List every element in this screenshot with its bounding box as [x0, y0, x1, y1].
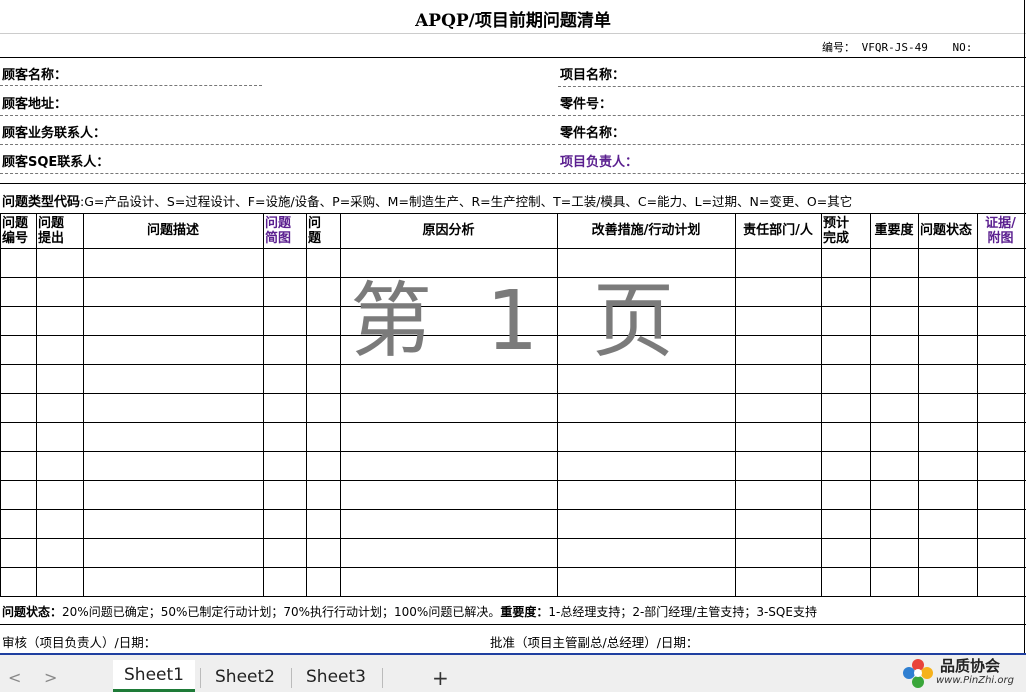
code-value: VFQR-JS-49 [861, 41, 928, 54]
table-column-line [340, 213, 341, 596]
right-border [1024, 0, 1025, 653]
table-column-line [821, 213, 822, 596]
column-header: 问 题 [308, 215, 322, 246]
document-code: 编号： VFQR-JS-49 NO: [822, 39, 972, 55]
table-row-line [0, 248, 1026, 249]
field-customer-name: 顾客名称： [2, 68, 68, 83]
field-customer-address: 顾客地址： [2, 97, 68, 112]
table-row-line [0, 567, 1026, 568]
tab-sheet2[interactable]: Sheet2 [205, 662, 285, 692]
no-label: NO: [952, 41, 973, 54]
issue-types-label: 问题类型代码 [2, 195, 81, 210]
field-part-name: 零件名称： [560, 126, 626, 141]
column-header: 证据/ 附图 [985, 215, 1016, 246]
table-column-line [263, 213, 264, 596]
table-column-line [36, 213, 37, 596]
table-row-line [0, 509, 1026, 510]
table-column-line [735, 213, 736, 596]
dashed-underline [0, 173, 555, 174]
dashed-underline [558, 86, 1024, 87]
tab-separator [291, 668, 292, 688]
document-title: APQP/项目前期问题清单 [415, 11, 611, 31]
tab-prev-icon[interactable]: < [8, 668, 21, 687]
approve-signature: 批准（项目主管副总/总经理）/日期： [490, 635, 699, 650]
site-logo: 品质协会 www.PinZhi.org [900, 655, 1026, 692]
table-column-line [83, 213, 84, 596]
code-label: 编号： [822, 41, 855, 54]
table-column-line [918, 213, 919, 596]
column-header: 问题 简图 [265, 215, 292, 246]
table-row-line [0, 451, 1026, 452]
logo-name: 品质协会 [940, 657, 1001, 675]
column-header: 问题 编号 [2, 215, 29, 246]
add-sheet-button[interactable]: + [432, 666, 449, 690]
tab-separator [200, 668, 201, 688]
table-row-line [0, 393, 1026, 394]
status-text: 20%问题已确定；50%已制定行动计划；70%执行行动计划；100%问题已解决。 [62, 605, 501, 619]
table-row-line [0, 538, 1026, 539]
table-row-line [0, 422, 1026, 423]
issue-types-text: :G=产品设计、S=过程设计、F=设施/设备、P=采购、M=制造生产、R=生产控… [80, 194, 853, 209]
tab-separator [382, 668, 383, 688]
column-header: 预计 完成 [823, 215, 850, 246]
table-column-line [0, 213, 1, 596]
spreadsheet-page: APQP/项目前期问题清单 编号： VFQR-JS-49 NO: 顾客名称： 顾… [0, 0, 1026, 655]
dashed-underline [558, 173, 1024, 174]
dashed-underline [558, 144, 1024, 145]
tab-sheet3[interactable]: Sheet3 [296, 662, 376, 692]
dashed-underline [0, 85, 262, 86]
logo-url: www.PinZhi.org [936, 675, 1014, 686]
field-project-name: 项目名称： [560, 68, 626, 83]
field-part-number: 零件号： [560, 97, 613, 112]
importance-text: 1-总经理支持；2-部门经理/主管支持；3-SQE支持 [548, 605, 817, 619]
table-row-line [0, 480, 1026, 481]
status-legend: 问题状态：20%问题已确定；50%已制定行动计划；70%执行行动计划；100%问… [2, 603, 817, 620]
status-label: 问题状态： [2, 605, 63, 619]
column-header: 改善措施/行动计划 [591, 223, 701, 238]
divider [0, 183, 1026, 184]
tab-sheet1[interactable]: Sheet1 [113, 660, 195, 692]
divider [0, 624, 1026, 625]
column-header: 责任部门/人 [743, 223, 813, 238]
table-column-line [870, 213, 871, 596]
field-customer-contact: 顾客业务联系人： [2, 126, 107, 141]
tab-next-icon[interactable]: > [44, 668, 57, 687]
flower-logo-icon [903, 659, 933, 688]
table-row-line [0, 596, 1026, 597]
column-header: 问题状态 [920, 223, 973, 238]
dashed-underline [558, 115, 1024, 116]
divider [0, 57, 1026, 58]
column-header: 原因分析 [422, 223, 475, 238]
issue-type-codes: 问题类型代码:G=产品设计、S=过程设计、F=设施/设备、P=采购、M=制造生产… [2, 191, 852, 210]
column-header: 问题 提出 [38, 215, 65, 246]
table-column-line [306, 213, 307, 596]
divider [0, 33, 1026, 34]
column-header: 问题描述 [146, 223, 199, 238]
dashed-underline [0, 115, 555, 116]
review-signature: 审核（项目负责人）/日期： [2, 635, 157, 650]
importance-label: 重要度： [500, 605, 549, 619]
table-column-line [977, 213, 978, 596]
field-project-owner: 项目负责人： [560, 155, 639, 170]
page-watermark: 第 1 页 [350, 274, 689, 369]
dashed-underline [0, 144, 555, 145]
column-header: 重要度 [874, 223, 914, 238]
field-customer-sqe: 顾客SQE联系人： [2, 155, 110, 170]
